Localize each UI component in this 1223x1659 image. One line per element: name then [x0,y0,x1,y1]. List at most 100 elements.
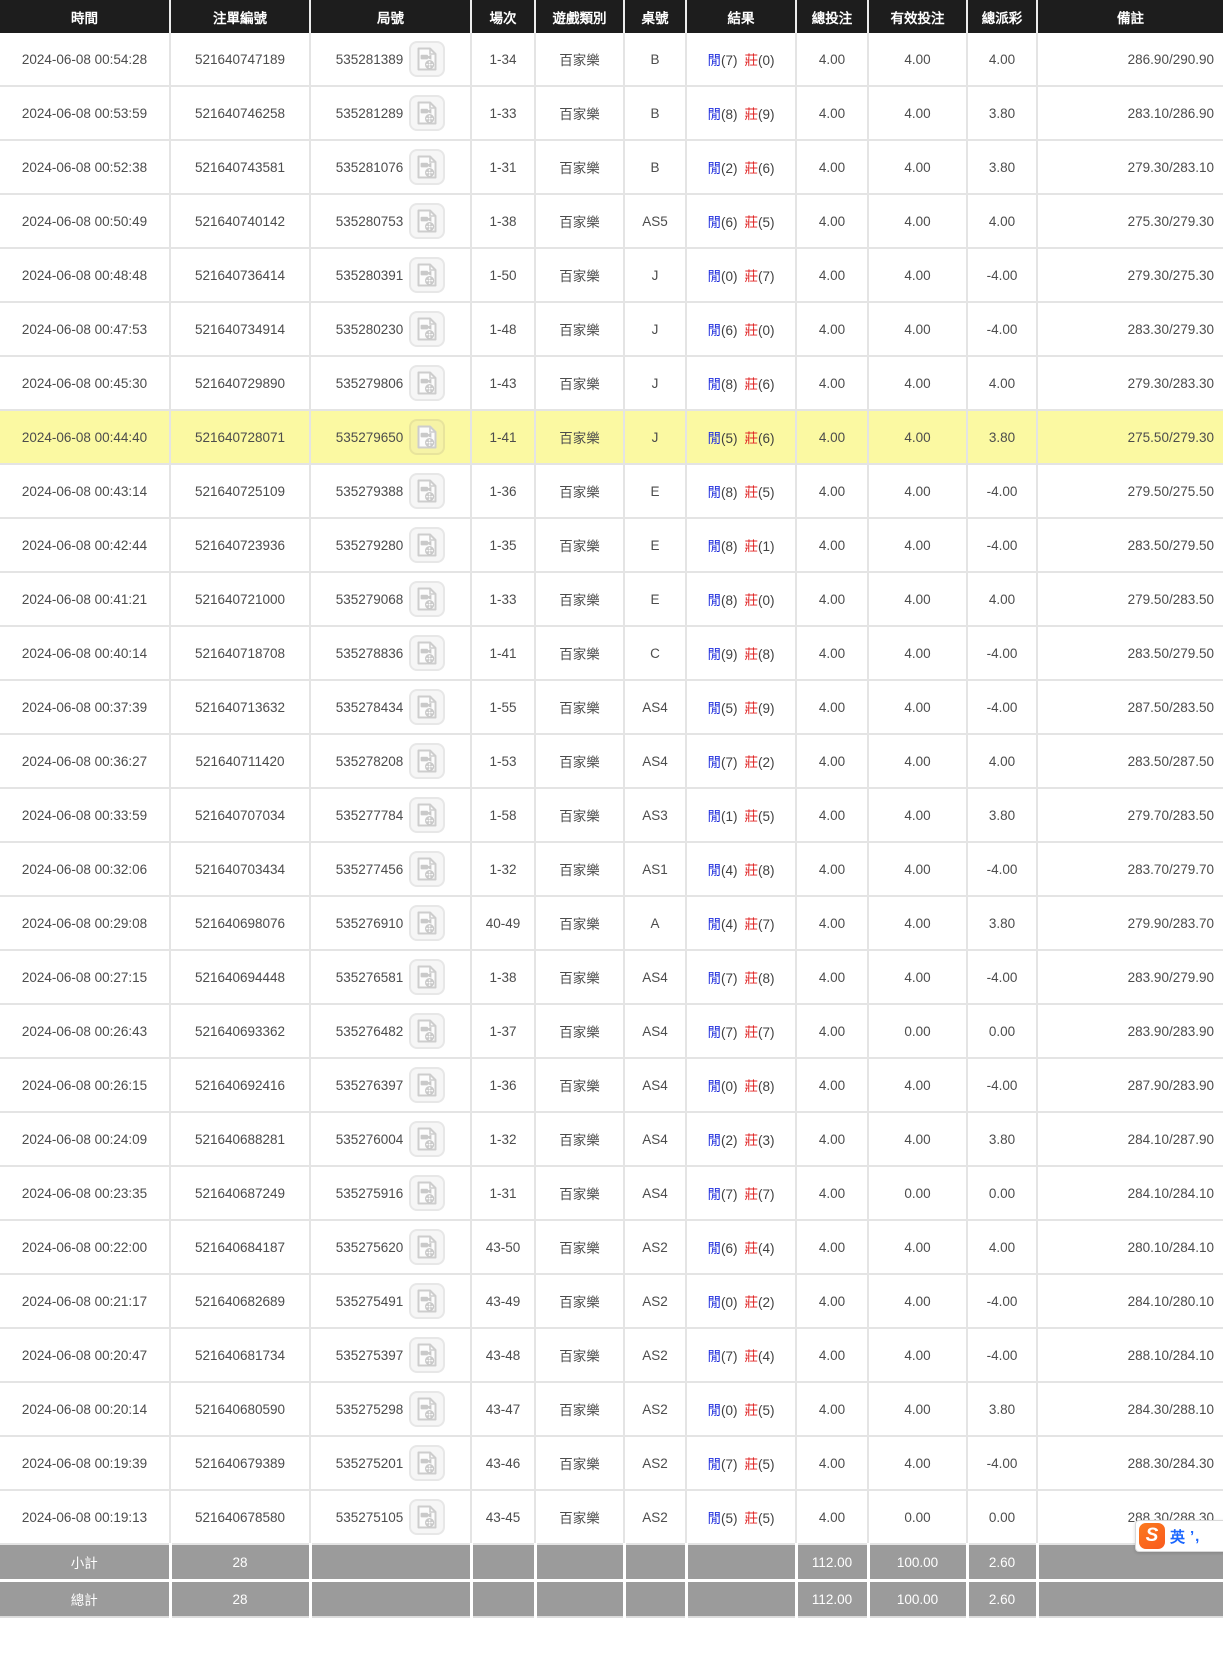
cell-total-payout: 4.00 [967,194,1037,248]
video-replay-button[interactable] [409,743,445,779]
video-file-icon [417,1235,437,1259]
player-result-label: 閒 [708,539,722,554]
cell-valid-bet: 4.00 [868,1274,967,1328]
video-replay-button[interactable] [409,473,445,509]
video-replay-button[interactable] [409,1067,445,1103]
ime-punctuation-mode[interactable]: ’, [1190,1528,1200,1545]
video-file-icon [417,1181,437,1205]
bet-row[interactable]: 2024-06-08 00:43:14521640725109535279388… [0,464,1223,518]
bet-row[interactable]: 2024-06-08 00:19:39521640679389535275201… [0,1436,1223,1490]
cell-bet-no: 521640694448 [170,950,310,1004]
cell-time: 2024-06-08 00:37:39 [0,680,170,734]
bet-row[interactable]: 2024-06-08 00:40:14521640718708535278836… [0,626,1223,680]
bet-row[interactable]: 2024-06-08 00:47:53521640734914535280230… [0,302,1223,356]
cell-time: 2024-06-08 00:23:35 [0,1166,170,1220]
bet-row[interactable]: 2024-06-08 00:37:39521640713632535278434… [0,680,1223,734]
bet-row[interactable]: 2024-06-08 00:22:00521640684187535275620… [0,1220,1223,1274]
cell-round-no: 535275201 [310,1436,471,1490]
video-replay-button[interactable] [409,1499,445,1535]
bet-row[interactable]: 2024-06-08 00:26:43521640693362535276482… [0,1004,1223,1058]
cell-bet-no: 521640736414 [170,248,310,302]
video-replay-button[interactable] [409,581,445,617]
cell-result: 閒(0)莊(5) [686,1382,796,1436]
cell-round-no: 535275491 [310,1274,471,1328]
video-replay-button[interactable] [409,1283,445,1319]
bet-row[interactable]: 2024-06-08 00:21:17521640682689535275491… [0,1274,1223,1328]
cell-result: 閒(8)莊(5) [686,464,796,518]
bet-row[interactable]: 2024-06-08 00:29:08521640698076535276910… [0,896,1223,950]
video-replay-button[interactable] [409,959,445,995]
cell-result: 閒(2)莊(6) [686,140,796,194]
cell-remark: 279.50/283.50 [1037,572,1223,626]
video-replay-button[interactable] [409,851,445,887]
bet-row[interactable]: 2024-06-08 00:23:35521640687249535275916… [0,1166,1223,1220]
bet-row[interactable]: 2024-06-08 00:24:09521640688281535276004… [0,1112,1223,1166]
cell-total-bet: 4.00 [796,464,868,518]
cell-result: 閒(2)莊(3) [686,1112,796,1166]
cell-table-no: AS2 [624,1382,686,1436]
ime-language-mode[interactable]: 英 [1170,1526,1185,1547]
video-replay-button[interactable] [409,311,445,347]
sogou-ime-bar[interactable]: S 英 ’, [1135,1520,1223,1552]
cell-remark: 283.90/279.90 [1037,950,1223,1004]
video-replay-button[interactable] [409,419,445,455]
cell-remark: 279.70/283.50 [1037,788,1223,842]
cell-round-no: 535276397 [310,1058,471,1112]
bet-row[interactable]: 2024-06-08 00:41:21521640721000535279068… [0,572,1223,626]
bet-row[interactable]: 2024-06-08 00:19:13521640678580535275105… [0,1490,1223,1544]
video-replay-button[interactable] [409,1175,445,1211]
bet-row[interactable]: 2024-06-08 00:48:48521640736414535280391… [0,248,1223,302]
video-replay-button[interactable] [409,365,445,401]
video-replay-button[interactable] [409,635,445,671]
cell-valid-bet: 4.00 [868,842,967,896]
bet-row[interactable]: 2024-06-08 00:45:30521640729890535279806… [0,356,1223,410]
bet-row[interactable]: 2024-06-08 00:36:27521640711420535278208… [0,734,1223,788]
video-replay-button[interactable] [409,1121,445,1157]
bet-row[interactable]: 2024-06-08 00:20:14521640680590535275298… [0,1382,1223,1436]
banker-result-label: 莊 [745,647,759,662]
video-replay-button[interactable] [409,527,445,563]
bet-row[interactable]: 2024-06-08 00:26:15521640692416535276397… [0,1058,1223,1112]
banker-result-value: (1) [758,539,775,554]
video-replay-button[interactable] [409,1391,445,1427]
bet-row[interactable]: 2024-06-08 00:32:06521640703434535277456… [0,842,1223,896]
col-header-session: 場次 [471,0,535,33]
cell-game-type: 百家樂 [535,1166,624,1220]
video-file-icon [417,1505,437,1529]
player-result-value: (0) [721,1295,738,1310]
bet-row[interactable]: 2024-06-08 00:50:49521640740142535280753… [0,194,1223,248]
cell-time: 2024-06-08 00:24:09 [0,1112,170,1166]
video-replay-button[interactable] [409,1229,445,1265]
video-replay-button[interactable] [409,149,445,185]
bet-row[interactable]: 2024-06-08 00:53:59521640746258535281289… [0,86,1223,140]
cell-remark: 283.30/279.30 [1037,302,1223,356]
player-result-label: 閒 [708,53,722,68]
cell-total-payout: -4.00 [967,464,1037,518]
video-replay-button[interactable] [409,41,445,77]
video-replay-button[interactable] [409,689,445,725]
player-result-value: (5) [721,431,738,446]
bet-row[interactable]: 2024-06-08 00:54:28521640747189535281389… [0,33,1223,86]
cell-game-type: 百家樂 [535,1004,624,1058]
bet-row[interactable]: 2024-06-08 00:52:38521640743581535281076… [0,140,1223,194]
video-replay-button[interactable] [409,1445,445,1481]
video-replay-button[interactable] [409,797,445,833]
bet-row[interactable]: 2024-06-08 00:42:44521640723936535279280… [0,518,1223,572]
cell-table-no: AS2 [624,1490,686,1544]
banker-result-value: (2) [758,755,775,770]
video-replay-button[interactable] [409,1013,445,1049]
video-replay-button[interactable] [409,203,445,239]
bet-row[interactable]: 2024-06-08 00:20:47521640681734535275397… [0,1328,1223,1382]
col-header-game-type: 遊戲類別 [535,0,624,33]
cell-result: 閒(7)莊(2) [686,734,796,788]
video-replay-button[interactable] [409,95,445,131]
cell-game-type: 百家樂 [535,140,624,194]
player-result-value: (8) [721,107,738,122]
video-replay-button[interactable] [409,905,445,941]
bet-row[interactable]: 2024-06-08 00:44:40521640728071535279650… [0,410,1223,464]
bet-row[interactable]: 2024-06-08 00:33:59521640707034535277784… [0,788,1223,842]
cell-table-no: E [624,572,686,626]
video-replay-button[interactable] [409,1337,445,1373]
bet-row[interactable]: 2024-06-08 00:27:15521640694448535276581… [0,950,1223,1004]
video-replay-button[interactable] [409,257,445,293]
